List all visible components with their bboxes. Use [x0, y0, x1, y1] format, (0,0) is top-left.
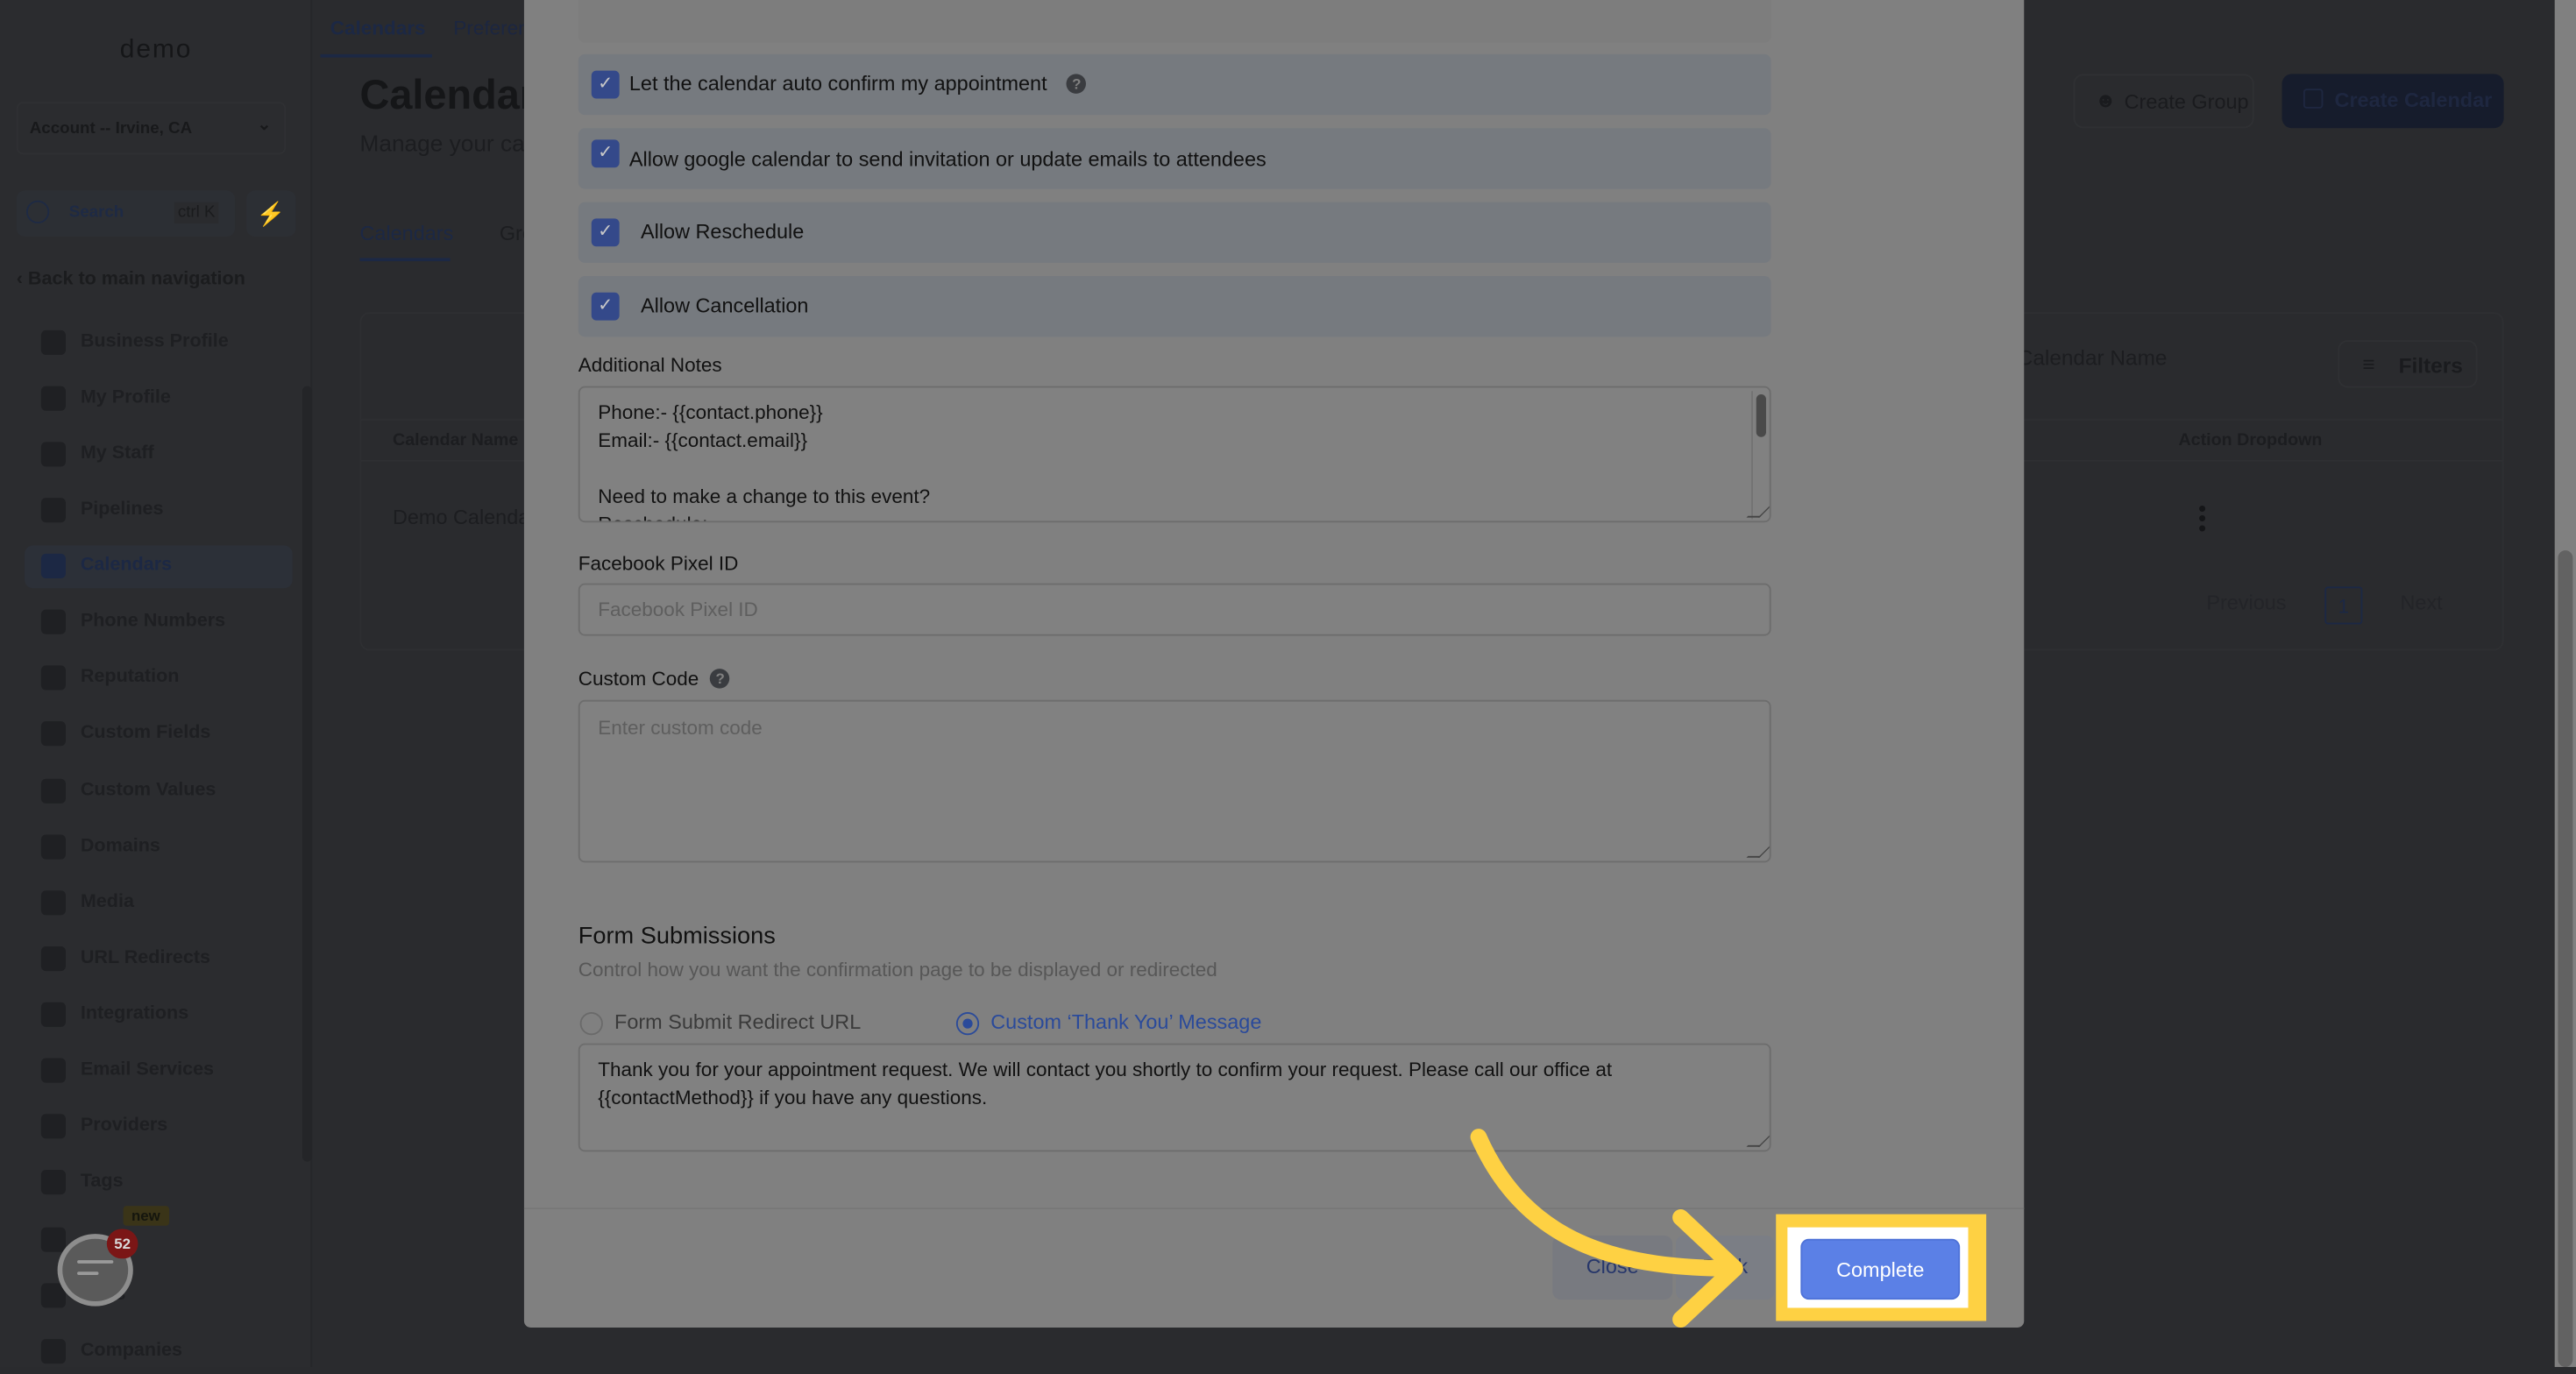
app-root: demo Account -- Irvine, CA ⌄ Search ctrl K…: [0, 0, 2576, 1367]
pointer-arrow-icon: [1470, 1129, 1743, 1328]
